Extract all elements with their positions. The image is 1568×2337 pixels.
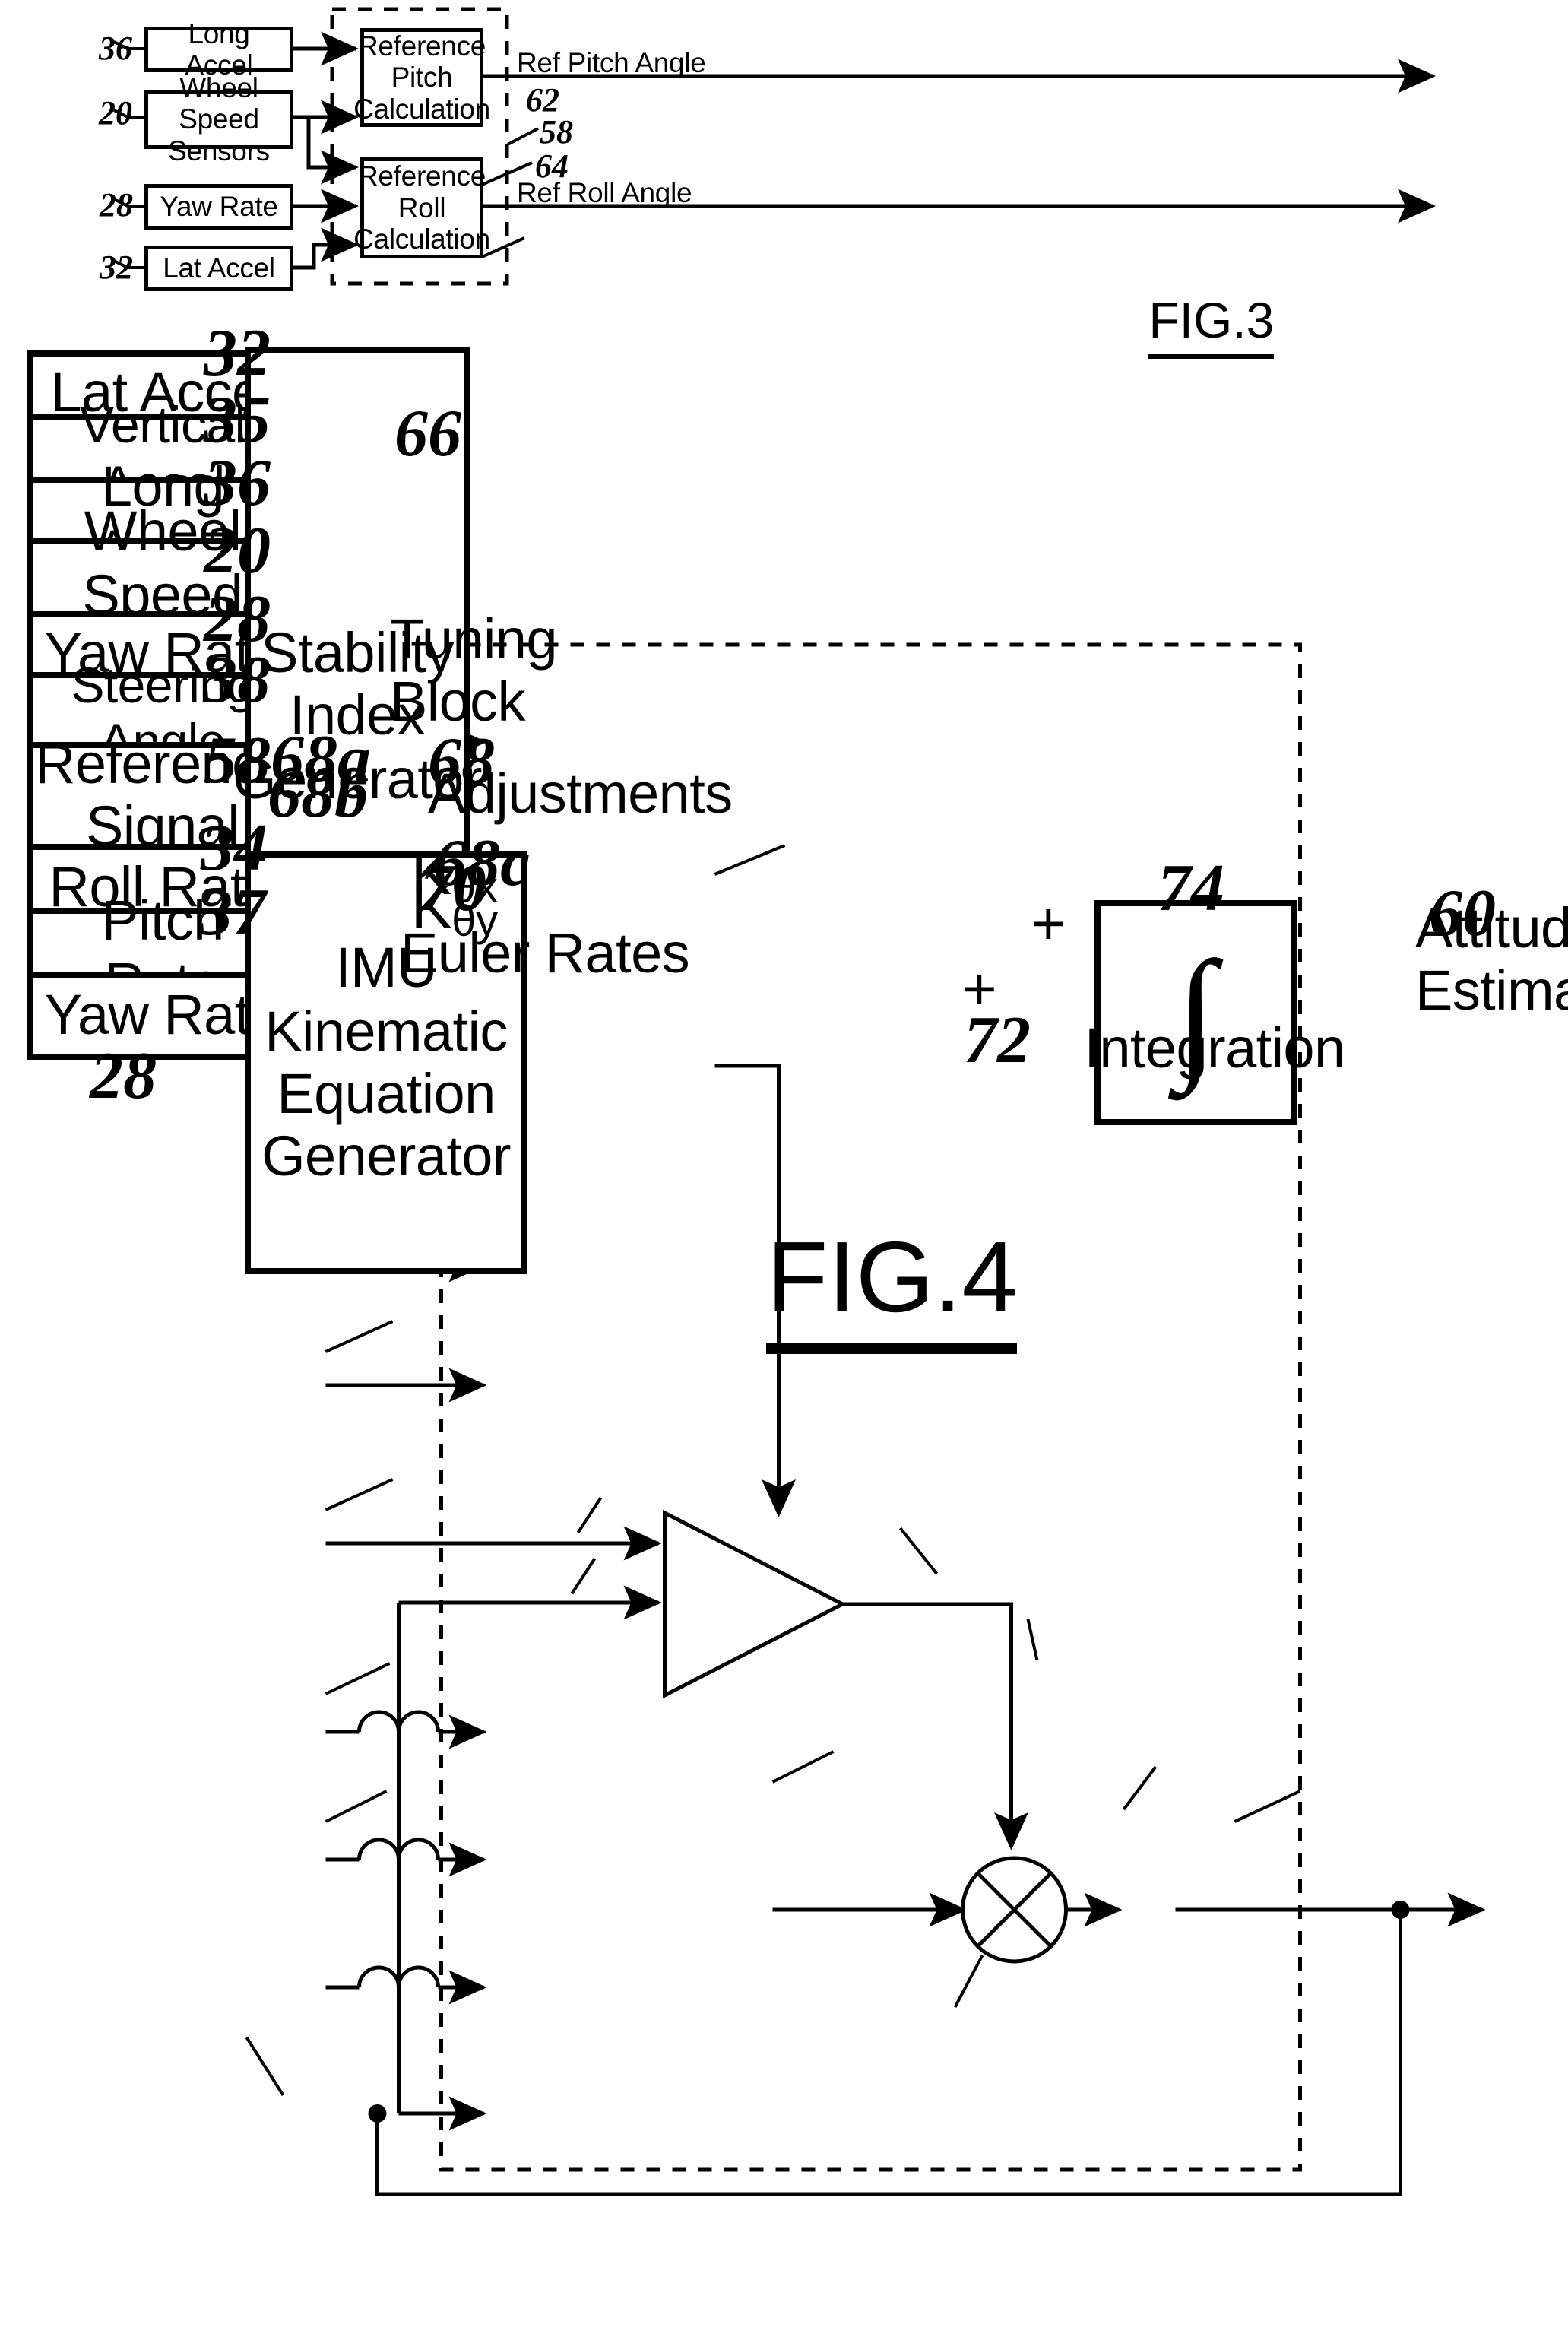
fig4-label-integration: Integration bbox=[1084, 1017, 1345, 1080]
fig3-box-reference-roll-calculation: Reference Roll Calculation bbox=[353, 157, 490, 258]
fig3-ref-58: 58 bbox=[540, 113, 573, 151]
fig3-box-reference-pitch-calculation: Reference Pitch Calculation bbox=[353, 28, 490, 127]
fig4-label-euler-rates: Euler Rates bbox=[401, 922, 690, 985]
fig3-ref-32: 32 bbox=[100, 249, 133, 286]
fig4-caption: FIG.4 bbox=[655, 1126, 1018, 1427]
fig4-label-tuning-block: Tuning Block bbox=[390, 608, 558, 734]
fig4-ref-74: 74 bbox=[1158, 851, 1224, 925]
fig4-ref-68: 68 bbox=[428, 724, 495, 798]
fig4-ref-66: 66 bbox=[394, 396, 461, 471]
fig4-ref-37: 37 bbox=[199, 875, 266, 950]
fig4-ref-70: 70 bbox=[420, 851, 486, 925]
fig3-ref-62: 62 bbox=[526, 81, 559, 119]
fig4-ref-36: 36 bbox=[204, 446, 271, 520]
fig3-ref-64: 64 bbox=[535, 147, 569, 185]
fig3-box-yaw-rate: Yaw Rate bbox=[144, 184, 293, 230]
patent-drawing-sheet: Long Accel Wheel Speed Sensors Yaw Rate … bbox=[0, 0, 1568, 2337]
fig3-ref-28: 28 bbox=[100, 186, 133, 224]
fig4-ref-38: 38 bbox=[204, 642, 271, 717]
fig3-box-lat-accel: Lat Accel bbox=[144, 246, 293, 291]
fig4-box-integration: ∫ bbox=[1094, 900, 1297, 1125]
fig4-ref-20: 20 bbox=[204, 513, 271, 588]
fig4-ref-58: 58 bbox=[204, 723, 271, 797]
fig4-ref-68b: 68b bbox=[268, 757, 368, 832]
fig4-ref-32: 32 bbox=[204, 316, 271, 390]
fig3-ref-36: 36 bbox=[99, 30, 132, 67]
fig4-ref-35: 35 bbox=[204, 382, 271, 457]
fig3-box-reference-roll-calculation-label: Reference Roll Calculation bbox=[353, 160, 490, 255]
fig4-ref-34: 34 bbox=[201, 810, 268, 885]
fig3-box-wheel-speed: Wheel Speed Sensors bbox=[144, 72, 293, 166]
fig3-caption-text: FIG.3 bbox=[1148, 292, 1275, 359]
fig3-box-lat-accel-label: Lat Accel bbox=[163, 252, 275, 284]
fig3-box-long-accel: Long Accel bbox=[144, 18, 293, 81]
fig4-caption-text: FIG.4 bbox=[766, 1220, 1018, 1354]
fig4-sum-plus-top: + bbox=[1031, 891, 1066, 958]
fig3-output-label-ref-pitch-angle: Ref Pitch Angle bbox=[517, 47, 706, 78]
fig3-box-reference-pitch-calculation-label: Reference Pitch Calculation bbox=[353, 30, 490, 125]
fig3-box-yaw-rate-label: Yaw Rate bbox=[160, 191, 278, 223]
fig4-ref-28-bottom: 28 bbox=[90, 1038, 157, 1113]
fig4-ref-72: 72 bbox=[964, 1003, 1031, 1077]
fig3-box-wheel-speed-label: Wheel Speed Sensors bbox=[168, 71, 270, 166]
fig3-ref-20: 20 bbox=[99, 94, 132, 132]
fig3-caption: FIG.3 bbox=[1093, 245, 1275, 395]
fig4-ref-60: 60 bbox=[1429, 876, 1496, 950]
